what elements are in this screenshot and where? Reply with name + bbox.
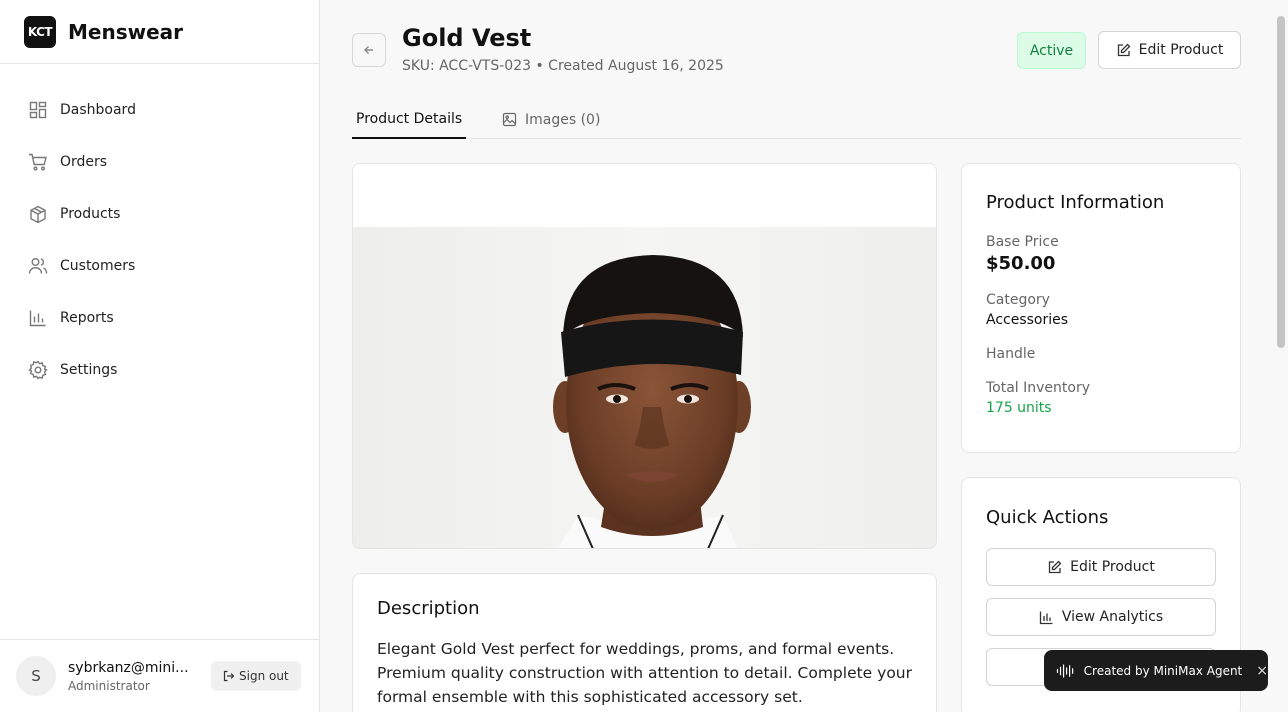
user-info: sybrkanz@mini... Administrator [68,660,196,693]
inventory-label: Total Inventory [986,380,1091,396]
product-information-card: Product Information Base Price $50.00 Ca… [961,163,1241,453]
status-badge: Active [1017,32,1086,69]
waveform-icon [1056,663,1074,678]
avatar[interactable]: S [16,656,56,696]
sign-out-label: Sign out [239,669,289,683]
description-card: Description Elegant Gold Vest perfect fo… [352,573,937,712]
sidebar-item-label: Reports [60,310,114,326]
product-photo [353,227,936,548]
category-label: Category [986,292,1050,308]
product-image-card [352,163,937,549]
base-price-label: Base Price [986,234,1059,250]
main-content: Gold Vest SKU: ACC-VTS-023 • Created Aug… [320,0,1274,712]
view-analytics-button[interactable]: View Analytics [986,598,1216,636]
bar-chart-icon [1039,611,1053,624]
quick-actions-title: Quick Actions [986,507,1109,528]
brand-name: Menswear [68,19,184,44]
scrollbar-thumb[interactable] [1277,16,1285,348]
inventory-value: 175 units [986,400,1052,416]
sidebar-item-label: Orders [60,154,108,170]
info-title: Product Information [986,192,1165,213]
sidebar-item-orders[interactable]: Orders [0,136,319,188]
scrollbar[interactable] [1274,0,1288,712]
user-email: sybrkanz@mini... [68,659,189,676]
tab-bar: Product Details Images (0) [352,100,1241,139]
sidebar-item-settings[interactable]: Settings [0,344,319,396]
description-title: Description [377,598,480,619]
tab-images[interactable]: Images (0) [502,100,600,139]
quick-edit-label: Edit Product [1070,559,1155,575]
brand: KCT Menswear [0,0,319,64]
gear-icon [28,360,48,380]
sidebar-item-label: Settings [60,362,118,378]
sidebar-item-label: Dashboard [60,102,136,118]
sidebar-item-customers[interactable]: Customers [0,240,319,292]
base-price-value: $50.00 [986,253,1056,274]
tab-label: Images (0) [525,111,601,128]
sidebar-item-dashboard[interactable]: Dashboard [0,84,319,136]
edit-product-label: Edit Product [1138,42,1224,58]
image-icon [502,112,517,127]
edit-icon [1117,43,1131,56]
minimax-toast: Created by MiniMax Agent × [1044,650,1268,691]
view-analytics-label: View Analytics [1061,609,1164,625]
dashboard-icon [28,100,48,120]
cart-icon [28,152,48,172]
handle-label: Handle [986,346,1036,362]
sign-out-button[interactable]: Sign out [211,661,301,691]
user-role: Administrator [68,678,150,693]
description-text: Elegant Gold Vest perfect for weddings, … [377,640,912,706]
edit-product-button[interactable]: Edit Product [1098,31,1241,69]
user-panel: S sybrkanz@mini... Administrator Sign ou… [0,639,319,712]
product-meta: SKU: ACC-VTS-023 • Created August 16, 20… [402,58,724,74]
page-title: Gold Vest [402,24,532,52]
quick-edit-product-button[interactable]: Edit Product [986,548,1216,586]
package-icon [28,204,48,224]
category-value: Accessories [986,312,1069,328]
bar-chart-icon [28,308,48,328]
brand-logo[interactable]: KCT [24,15,56,48]
sidebar-item-label: Customers [60,258,136,274]
sidebar-item-reports[interactable]: Reports [0,292,319,344]
users-icon [28,256,48,276]
sidebar-item-label: Products [60,206,121,222]
sidebar-nav: Dashboard Orders Products Customers Repo… [0,64,319,396]
close-icon[interactable]: × [1256,663,1268,679]
tab-label: Product Details [356,110,463,127]
sidebar: KCT Menswear Dashboard Orders Products C… [0,0,320,712]
arrow-left-icon [364,46,373,54]
back-button[interactable] [352,33,386,67]
edit-icon [1048,560,1062,573]
tab-product-details[interactable]: Product Details [352,100,466,139]
toast-text: Created by MiniMax Agent [1083,663,1243,678]
sidebar-item-products[interactable]: Products [0,188,319,240]
sign-out-icon [223,670,235,682]
